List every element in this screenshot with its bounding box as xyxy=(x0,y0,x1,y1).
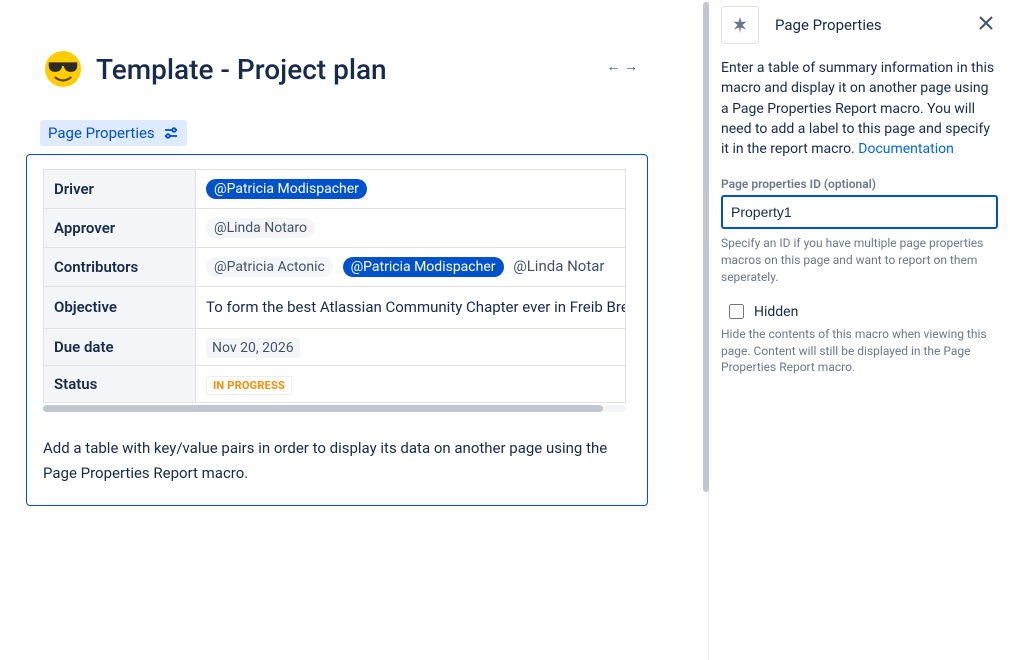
table-row[interactable]: Status IN PROGRESS xyxy=(44,365,626,402)
page-title[interactable]: Template - Project plan xyxy=(96,53,387,86)
page-emoji[interactable] xyxy=(44,50,82,88)
macro-icon xyxy=(721,6,759,44)
documentation-link[interactable]: Documentation xyxy=(858,141,954,157)
user-mention[interactable]: @Patricia Modispacher xyxy=(343,257,504,277)
row-label: Objective xyxy=(44,287,196,329)
hidden-checkbox[interactable] xyxy=(729,304,744,319)
sliders-icon xyxy=(163,125,179,141)
hidden-checkbox-row[interactable]: Hidden xyxy=(729,304,998,320)
macro-config-panel: Page Properties Enter a table of summary… xyxy=(708,0,1010,660)
user-mention[interactable]: @Linda Notar xyxy=(513,257,604,275)
scrollbar-thumb[interactable] xyxy=(43,405,603,412)
expand-width-toggle[interactable]: ← → xyxy=(607,58,638,75)
page-properties-id-input[interactable] xyxy=(721,195,998,229)
panel-description: Enter a table of summary information in … xyxy=(721,58,998,159)
page-header: Template - Project plan xyxy=(44,50,676,88)
vertical-scrollbar[interactable] xyxy=(703,2,709,492)
user-mention[interactable]: @Patricia Modispacher xyxy=(206,179,367,199)
page-properties-id-label: Page properties ID (optional) xyxy=(721,177,998,191)
editor-main-pane: ← → Template - Project plan Page Propert… xyxy=(0,0,700,660)
row-label: Status xyxy=(44,365,196,402)
panel-header: Page Properties xyxy=(721,6,998,44)
macro-helper-text[interactable]: Add a table with key/value pairs in orde… xyxy=(43,436,631,487)
table-row[interactable]: Contributors @Patricia Actonic @Patricia… xyxy=(44,248,626,287)
table-row[interactable]: Due date Nov 20, 2026 xyxy=(44,328,626,365)
close-icon[interactable] xyxy=(974,13,998,38)
user-mention[interactable]: @Linda Notaro xyxy=(206,218,315,238)
row-label: Due date xyxy=(44,328,196,365)
table-row[interactable]: Objective To form the best Atlassian Com… xyxy=(44,287,626,329)
horizontal-scrollbar[interactable] xyxy=(43,405,626,412)
table-row[interactable]: Driver @Patricia Modispacher xyxy=(44,170,626,209)
status-chip[interactable]: IN PROGRESS xyxy=(206,376,292,395)
hidden-help: Hide the contents of this macro when vie… xyxy=(721,326,998,376)
objective-text[interactable]: To form the best Atlassian Community Cha… xyxy=(196,287,626,329)
macro-badge-label: Page Properties xyxy=(48,124,155,142)
row-label: Contributors xyxy=(44,248,196,287)
page-properties-macro-badge[interactable]: Page Properties xyxy=(40,120,187,146)
table-row[interactable]: Approver @Linda Notaro xyxy=(44,209,626,248)
user-mention[interactable]: @Patricia Actonic xyxy=(206,257,333,277)
page-properties-panel[interactable]: Driver @Patricia Modispacher Approver @L… xyxy=(26,154,648,506)
row-label: Driver xyxy=(44,170,196,209)
date-chip[interactable]: Nov 20, 2026 xyxy=(206,338,300,358)
panel-title: Page Properties xyxy=(775,16,958,34)
page-properties-id-help: Specify an ID if you have multiple page … xyxy=(721,235,998,285)
hidden-label: Hidden xyxy=(754,304,798,320)
properties-table[interactable]: Driver @Patricia Modispacher Approver @L… xyxy=(43,169,626,403)
row-label: Approver xyxy=(44,209,196,248)
